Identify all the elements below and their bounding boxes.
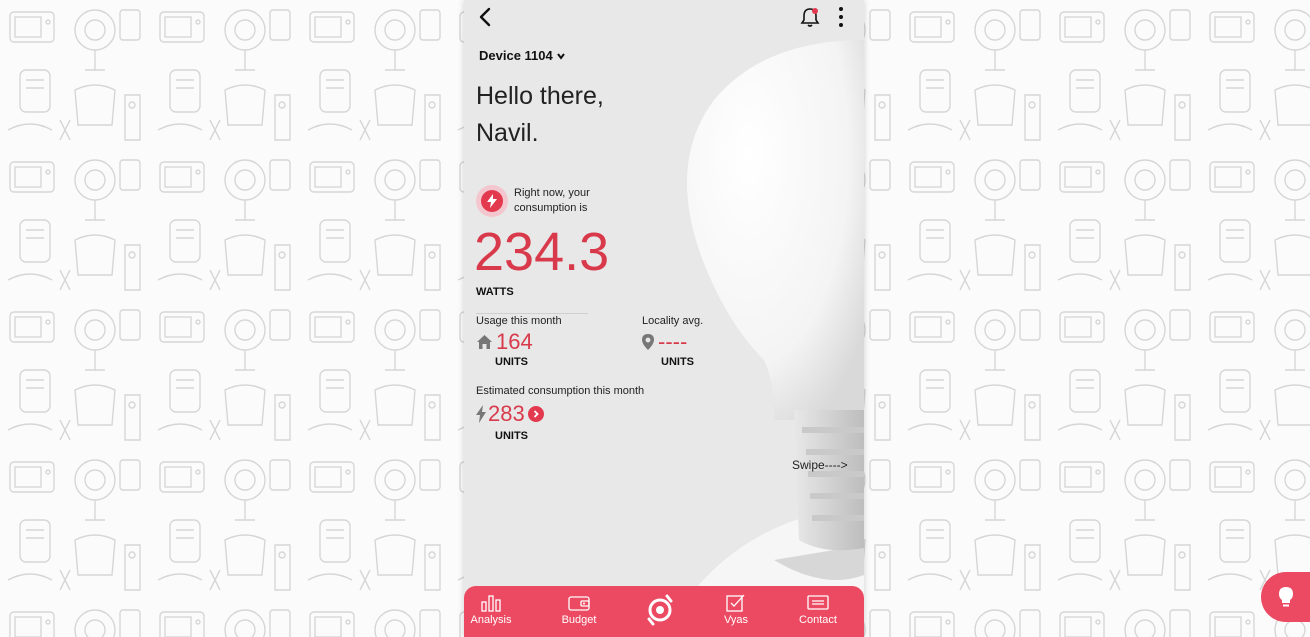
estimate-label: Estimated consumption this month [476, 385, 645, 397]
chevron-right-icon [533, 410, 539, 418]
current-consumption-caption: Right now, your consumption is [514, 187, 590, 214]
device-label: Device 1104 [479, 48, 553, 63]
checklist-icon [726, 594, 745, 612]
bar-chart-icon [481, 595, 501, 612]
usage-month-value-row: 164 [476, 329, 533, 355]
divider [476, 313, 588, 314]
nav-vyas-label: Vyas [723, 614, 749, 626]
bolt-badge [476, 185, 508, 217]
top-bar [464, 0, 864, 34]
locality-avg-label: Locality avg. [642, 315, 704, 327]
locality-avg-unit: UNITS [661, 356, 694, 368]
nav-home-logo[interactable] [625, 586, 695, 637]
current-consumption-caption-row: Right now, your consumption is [476, 185, 604, 217]
nav-vyas[interactable]: Vyas [701, 586, 771, 637]
back-button[interactable] [474, 5, 498, 29]
home-icon [477, 335, 492, 349]
lightbulb-icon [1278, 587, 1293, 607]
device-selector[interactable]: Device 1104 [479, 48, 566, 63]
nav-analysis-label: Analysis [470, 614, 512, 626]
message-icon [807, 595, 829, 610]
estimate-value: 283 [488, 401, 525, 426]
nav-analysis[interactable]: Analysis [464, 586, 526, 637]
estimate-details-button[interactable] [527, 406, 544, 422]
nav-budget-label: Budget [561, 614, 597, 626]
user-name: Navil. [476, 119, 539, 147]
bolt-icon [487, 194, 497, 208]
current-consumption-unit: WATTS [476, 286, 514, 298]
chevron-down-icon [556, 52, 565, 60]
locality-avg-value: ---- [658, 329, 688, 354]
location-pin-icon [642, 334, 654, 350]
nav-contact-label: Contact [799, 614, 837, 626]
wallet-icon [568, 596, 590, 611]
estimate-unit: UNITS [495, 430, 528, 442]
tips-button[interactable] [1261, 572, 1310, 622]
more-options-button[interactable] [832, 6, 850, 28]
nav-budget[interactable]: Budget [544, 586, 614, 637]
back-arrow-icon [479, 7, 491, 27]
notifications-button[interactable] [799, 6, 821, 28]
usage-month-label: Usage this month [476, 315, 562, 327]
usage-month-value: 164 [496, 329, 533, 354]
usage-month-unit: UNITS [495, 356, 528, 368]
locality-avg-value-row: ---- [642, 329, 687, 355]
greeting-line-1: Hello there, [476, 82, 604, 110]
current-consumption-value: 234.3 [474, 222, 610, 282]
estimate-value-row: 283 [476, 401, 544, 427]
nav-contact[interactable]: Contact [783, 586, 853, 637]
greeting: Hello there, Navil. [476, 78, 604, 152]
more-vertical-icon [839, 7, 843, 27]
bolt-icon [476, 405, 486, 423]
swipe-hint[interactable]: Swipe----> [792, 458, 848, 472]
brand-logo-icon [647, 594, 673, 626]
bell-icon [800, 8, 820, 27]
phone-panel: Device 1104 Hello there, Navil. Right no… [464, 0, 864, 637]
bottom-navigation: Analysis Budget Vyas Contact [464, 586, 864, 637]
